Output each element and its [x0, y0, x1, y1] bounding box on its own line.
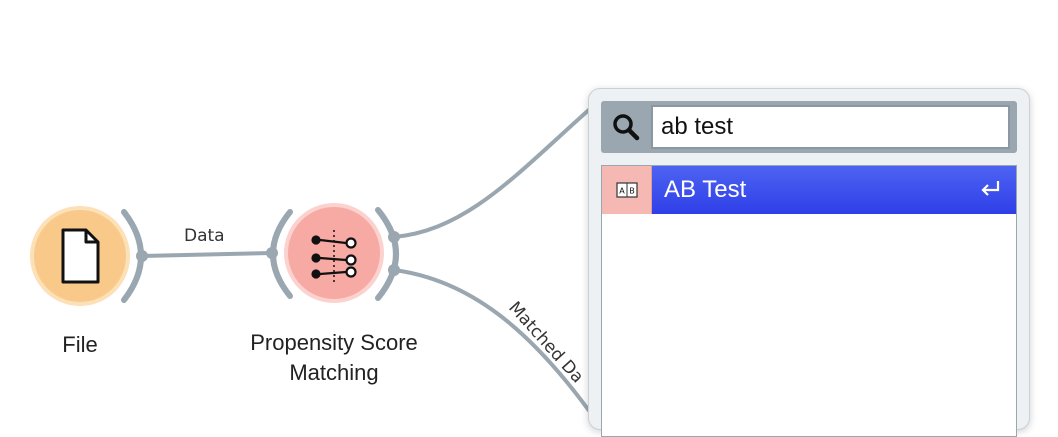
results-list[interactable]: A B AB Test [601, 165, 1017, 437]
file-node-label: File [62, 332, 98, 357]
psm-input-port[interactable] [266, 247, 278, 259]
result-item-label: AB Test [664, 176, 747, 203]
psm-node-label-line1: Propensity Score [250, 330, 418, 355]
svg-text:B: B [629, 187, 635, 196]
ab-test-icon: A B [602, 166, 652, 214]
psm-node-circle[interactable] [284, 203, 384, 303]
psm-node[interactable] [266, 203, 400, 303]
widget-search-popup[interactable]: A B AB Test [588, 88, 1030, 437]
file-output-port[interactable] [136, 250, 148, 262]
link-psm-popup[interactable] [393, 98, 602, 239]
search-input[interactable] [651, 105, 1010, 149]
result-item-ab-test[interactable]: A B AB Test [602, 166, 1016, 214]
search-bar[interactable] [601, 101, 1017, 153]
link-label-matched: Matched Da [504, 298, 587, 387]
file-node[interactable] [30, 206, 148, 306]
link-label-data: Data [184, 226, 225, 246]
link-file-psm[interactable] [141, 251, 273, 258]
enter-icon [980, 179, 1002, 202]
svg-text:A: A [619, 187, 625, 196]
search-icon [601, 101, 651, 153]
psm-output-port-1[interactable] [388, 231, 400, 243]
psm-node-label-line2: Matching [289, 360, 379, 385]
psm-output-port-2[interactable] [388, 264, 400, 276]
document-icon [61, 228, 100, 284]
